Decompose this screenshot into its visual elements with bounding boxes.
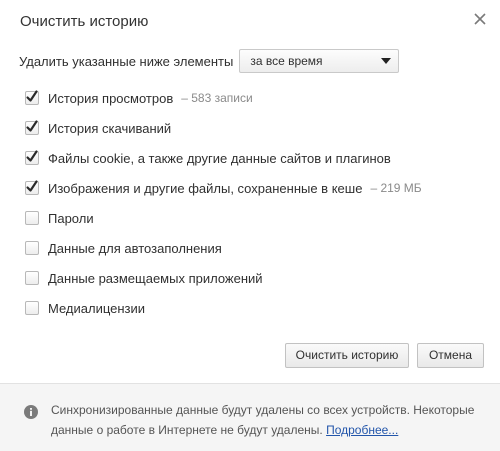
item-autofill[interactable]: Данные для автозаполнения — [25, 233, 422, 263]
clear-history-button[interactable]: Очистить историю — [285, 343, 409, 368]
data-type-list: История просмотров – 583 записи История … — [25, 83, 422, 323]
item-label: Данные размещаемых приложений — [48, 270, 263, 286]
checkbox-cookies[interactable] — [25, 150, 39, 165]
item-media-licenses[interactable]: Медиалицензии — [25, 293, 422, 323]
item-label: История скачиваний — [48, 120, 172, 136]
item-label: Данные для автозаполнения — [48, 240, 222, 256]
chevron-down-icon — [381, 58, 392, 64]
time-range-select[interactable]: за все время — [239, 49, 400, 73]
info-icon — [24, 405, 38, 419]
checkbox-hosted-apps[interactable] — [25, 271, 39, 285]
item-passwords[interactable]: Пароли — [25, 203, 422, 233]
time-range-value: за все время — [250, 54, 323, 68]
item-cache[interactable]: Изображения и другие файлы, сохраненные … — [25, 173, 422, 203]
sync-notice-message: Синхронизированные данные будут удалены … — [51, 403, 475, 437]
time-range-label: Удалить указанные ниже элементы — [19, 53, 234, 69]
item-label: История просмотров — [48, 90, 174, 106]
item-count: – 583 записи — [181, 91, 253, 105]
checkbox-cache[interactable] — [25, 180, 39, 195]
item-size: – 219 МБ — [370, 181, 422, 195]
time-range-row: Удалить указанные ниже элементы за все в… — [19, 49, 400, 73]
item-download-history[interactable]: История скачиваний — [25, 113, 422, 143]
sync-notice-footer: Синхронизированные данные будут удалены … — [0, 383, 500, 451]
clear-history-dialog: Очистить историю Удалить указанные ниже … — [0, 0, 500, 451]
checkbox-autofill[interactable] — [25, 241, 39, 255]
cancel-button[interactable]: Отмена — [417, 343, 484, 368]
learn-more-link[interactable]: Подробнее... — [326, 423, 398, 437]
item-cookies[interactable]: Файлы cookie, а также другие данные сайт… — [25, 143, 422, 173]
item-label: Медиалицензии — [48, 300, 146, 316]
close-icon[interactable] — [473, 12, 487, 26]
item-label: Пароли — [48, 210, 94, 226]
sync-notice-text: Синхронизированные данные будут удалены … — [51, 400, 481, 440]
dialog-title: Очистить историю — [20, 13, 149, 30]
checkbox-browsing-history[interactable] — [25, 90, 39, 105]
item-browsing-history[interactable]: История просмотров – 583 записи — [25, 83, 422, 113]
item-label: Файлы cookie, а также другие данные сайт… — [48, 150, 391, 166]
item-hosted-apps[interactable]: Данные размещаемых приложений — [25, 263, 422, 293]
checkbox-media-licenses[interactable] — [25, 301, 39, 315]
item-label: Изображения и другие файлы, сохраненные … — [48, 180, 363, 196]
checkbox-download-history[interactable] — [25, 120, 39, 135]
checkbox-passwords[interactable] — [25, 211, 39, 225]
